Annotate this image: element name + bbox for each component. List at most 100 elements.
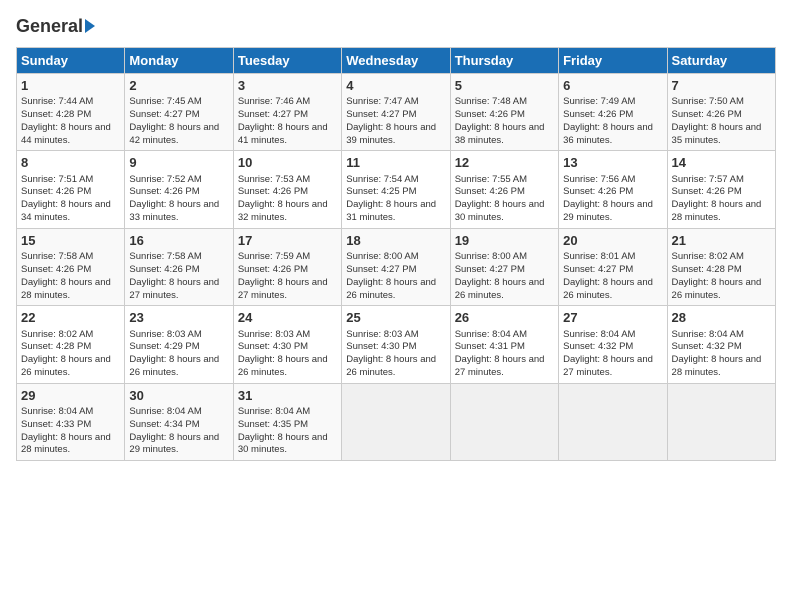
daylight-label: Daylight: 8 hours and 35 minutes. [672, 122, 762, 146]
day-number: 11 [346, 154, 445, 172]
sunrise-label: Sunrise: 8:03 AM [346, 329, 418, 340]
day-info: Sunrise: 7:55 AM Sunset: 4:26 PM Dayligh… [455, 174, 554, 225]
calendar-cell: 17 Sunrise: 7:59 AM Sunset: 4:26 PM Dayl… [233, 228, 341, 305]
sunset-label: Sunset: 4:26 PM [455, 186, 525, 197]
day-number: 15 [21, 232, 120, 250]
calendar-cell: 10 Sunrise: 7:53 AM Sunset: 4:26 PM Dayl… [233, 151, 341, 228]
daylight-label: Daylight: 8 hours and 28 minutes. [21, 432, 111, 456]
day-header-saturday: Saturday [667, 48, 775, 74]
calendar-cell: 2 Sunrise: 7:45 AM Sunset: 4:27 PM Dayli… [125, 74, 233, 151]
sunset-label: Sunset: 4:29 PM [129, 341, 199, 352]
daylight-label: Daylight: 8 hours and 26 minutes. [346, 277, 436, 301]
daylight-label: Daylight: 8 hours and 28 minutes. [672, 354, 762, 378]
day-info: Sunrise: 7:54 AM Sunset: 4:25 PM Dayligh… [346, 174, 445, 225]
day-number: 9 [129, 154, 228, 172]
day-info: Sunrise: 7:48 AM Sunset: 4:26 PM Dayligh… [455, 96, 554, 147]
day-number: 24 [238, 309, 337, 327]
logo: General [16, 16, 95, 37]
sunset-label: Sunset: 4:32 PM [563, 341, 633, 352]
day-info: Sunrise: 8:04 AM Sunset: 4:32 PM Dayligh… [672, 329, 771, 380]
day-number: 6 [563, 77, 662, 95]
sunrise-label: Sunrise: 7:57 AM [672, 174, 744, 185]
day-info: Sunrise: 7:47 AM Sunset: 4:27 PM Dayligh… [346, 96, 445, 147]
sunrise-label: Sunrise: 8:04 AM [455, 329, 527, 340]
day-number: 10 [238, 154, 337, 172]
sunset-label: Sunset: 4:28 PM [21, 109, 91, 120]
day-number: 8 [21, 154, 120, 172]
day-info: Sunrise: 7:46 AM Sunset: 4:27 PM Dayligh… [238, 96, 337, 147]
day-number: 22 [21, 309, 120, 327]
sunrise-label: Sunrise: 8:00 AM [455, 251, 527, 262]
sunset-label: Sunset: 4:30 PM [238, 341, 308, 352]
calendar-cell: 30 Sunrise: 8:04 AM Sunset: 4:34 PM Dayl… [125, 383, 233, 460]
sunrise-label: Sunrise: 7:55 AM [455, 174, 527, 185]
daylight-label: Daylight: 8 hours and 28 minutes. [672, 199, 762, 223]
daylight-label: Daylight: 8 hours and 41 minutes. [238, 122, 328, 146]
calendar-cell: 20 Sunrise: 8:01 AM Sunset: 4:27 PM Dayl… [559, 228, 667, 305]
day-number: 1 [21, 77, 120, 95]
daylight-label: Daylight: 8 hours and 26 minutes. [563, 277, 653, 301]
day-number: 16 [129, 232, 228, 250]
calendar-cell: 4 Sunrise: 7:47 AM Sunset: 4:27 PM Dayli… [342, 74, 450, 151]
day-number: 21 [672, 232, 771, 250]
day-info: Sunrise: 7:52 AM Sunset: 4:26 PM Dayligh… [129, 174, 228, 225]
sunset-label: Sunset: 4:27 PM [563, 264, 633, 275]
sunset-label: Sunset: 4:26 PM [129, 264, 199, 275]
sunrise-label: Sunrise: 7:56 AM [563, 174, 635, 185]
sunset-label: Sunset: 4:28 PM [21, 341, 91, 352]
calendar-cell: 3 Sunrise: 7:46 AM Sunset: 4:27 PM Dayli… [233, 74, 341, 151]
daylight-label: Daylight: 8 hours and 38 minutes. [455, 122, 545, 146]
day-number: 20 [563, 232, 662, 250]
calendar-cell: 12 Sunrise: 7:55 AM Sunset: 4:26 PM Dayl… [450, 151, 558, 228]
daylight-label: Daylight: 8 hours and 26 minutes. [129, 354, 219, 378]
sunset-label: Sunset: 4:26 PM [21, 186, 91, 197]
day-number: 7 [672, 77, 771, 95]
sunset-label: Sunset: 4:26 PM [563, 186, 633, 197]
day-info: Sunrise: 8:02 AM Sunset: 4:28 PM Dayligh… [21, 329, 120, 380]
daylight-label: Daylight: 8 hours and 27 minutes. [238, 277, 328, 301]
calendar-cell: 19 Sunrise: 8:00 AM Sunset: 4:27 PM Dayl… [450, 228, 558, 305]
sunset-label: Sunset: 4:26 PM [563, 109, 633, 120]
daylight-label: Daylight: 8 hours and 39 minutes. [346, 122, 436, 146]
sunrise-label: Sunrise: 7:59 AM [238, 251, 310, 262]
sunrise-label: Sunrise: 7:51 AM [21, 174, 93, 185]
daylight-label: Daylight: 8 hours and 34 minutes. [21, 199, 111, 223]
day-info: Sunrise: 7:53 AM Sunset: 4:26 PM Dayligh… [238, 174, 337, 225]
calendar-header-row: SundayMondayTuesdayWednesdayThursdayFrid… [17, 48, 776, 74]
day-number: 25 [346, 309, 445, 327]
daylight-label: Daylight: 8 hours and 26 minutes. [672, 277, 762, 301]
daylight-label: Daylight: 8 hours and 27 minutes. [563, 354, 653, 378]
day-info: Sunrise: 7:50 AM Sunset: 4:26 PM Dayligh… [672, 96, 771, 147]
calendar-row-0: 1 Sunrise: 7:44 AM Sunset: 4:28 PM Dayli… [17, 74, 776, 151]
day-info: Sunrise: 8:04 AM Sunset: 4:31 PM Dayligh… [455, 329, 554, 380]
day-header-friday: Friday [559, 48, 667, 74]
sunrise-label: Sunrise: 7:52 AM [129, 174, 201, 185]
header: General [16, 16, 776, 37]
day-number: 13 [563, 154, 662, 172]
day-number: 12 [455, 154, 554, 172]
day-info: Sunrise: 8:02 AM Sunset: 4:28 PM Dayligh… [672, 251, 771, 302]
calendar-row-2: 15 Sunrise: 7:58 AM Sunset: 4:26 PM Dayl… [17, 228, 776, 305]
sunset-label: Sunset: 4:31 PM [455, 341, 525, 352]
daylight-label: Daylight: 8 hours and 29 minutes. [129, 432, 219, 456]
day-number: 19 [455, 232, 554, 250]
daylight-label: Daylight: 8 hours and 44 minutes. [21, 122, 111, 146]
calendar-cell: 25 Sunrise: 8:03 AM Sunset: 4:30 PM Dayl… [342, 306, 450, 383]
daylight-label: Daylight: 8 hours and 26 minutes. [455, 277, 545, 301]
sunrise-label: Sunrise: 7:58 AM [21, 251, 93, 262]
day-number: 18 [346, 232, 445, 250]
calendar-cell: 31 Sunrise: 8:04 AM Sunset: 4:35 PM Dayl… [233, 383, 341, 460]
sunrise-label: Sunrise: 8:04 AM [21, 406, 93, 417]
day-info: Sunrise: 8:03 AM Sunset: 4:30 PM Dayligh… [346, 329, 445, 380]
day-info: Sunrise: 7:59 AM Sunset: 4:26 PM Dayligh… [238, 251, 337, 302]
day-info: Sunrise: 8:04 AM Sunset: 4:33 PM Dayligh… [21, 406, 120, 457]
day-number: 3 [238, 77, 337, 95]
day-number: 2 [129, 77, 228, 95]
sunset-label: Sunset: 4:34 PM [129, 419, 199, 430]
calendar-cell: 28 Sunrise: 8:04 AM Sunset: 4:32 PM Dayl… [667, 306, 775, 383]
sunset-label: Sunset: 4:28 PM [672, 264, 742, 275]
sunset-label: Sunset: 4:26 PM [238, 186, 308, 197]
calendar-cell: 11 Sunrise: 7:54 AM Sunset: 4:25 PM Dayl… [342, 151, 450, 228]
calendar-cell: 22 Sunrise: 8:02 AM Sunset: 4:28 PM Dayl… [17, 306, 125, 383]
sunrise-label: Sunrise: 7:54 AM [346, 174, 418, 185]
